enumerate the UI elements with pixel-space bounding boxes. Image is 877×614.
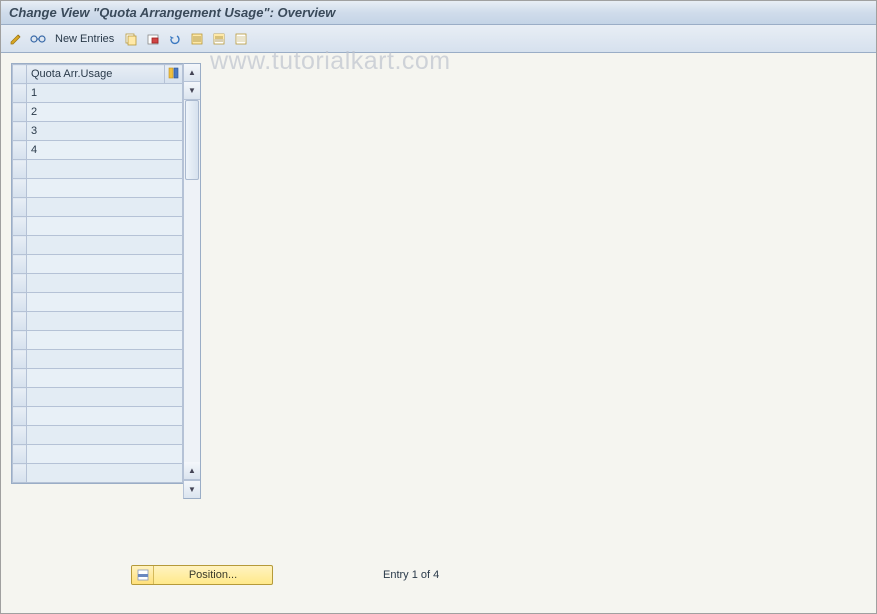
table-header-row: Quota Arr.Usage	[13, 65, 183, 84]
row-selector[interactable]	[13, 198, 27, 217]
new-entries-button[interactable]: New Entries	[51, 31, 118, 47]
undo-icon[interactable]	[166, 30, 184, 48]
row-selector[interactable]	[13, 350, 27, 369]
table-row[interactable]	[13, 407, 183, 426]
table-row[interactable]	[13, 426, 183, 445]
table-row[interactable]	[13, 293, 183, 312]
data-cell[interactable]	[27, 160, 183, 179]
data-cell[interactable]	[27, 255, 183, 274]
scroll-up-icon[interactable]: ▲	[184, 64, 200, 82]
data-cell[interactable]: 2	[27, 103, 183, 122]
glasses-icon[interactable]	[29, 30, 47, 48]
row-selector[interactable]	[13, 464, 27, 483]
table-row[interactable]	[13, 217, 183, 236]
data-cell[interactable]: 3	[27, 122, 183, 141]
row-selector[interactable]	[13, 369, 27, 388]
position-button[interactable]: Position...	[131, 565, 273, 585]
row-selector[interactable]	[13, 160, 27, 179]
row-selector[interactable]	[13, 426, 27, 445]
select-all-column-icon[interactable]	[165, 65, 183, 84]
data-cell[interactable]	[27, 198, 183, 217]
table-row[interactable]	[13, 236, 183, 255]
data-cell[interactable]	[27, 369, 183, 388]
data-cell[interactable]: 4	[27, 141, 183, 160]
data-cell[interactable]: 1	[27, 84, 183, 103]
row-selector[interactable]	[13, 236, 27, 255]
row-selector[interactable]	[13, 84, 27, 103]
toolbar: New Entries	[1, 25, 876, 53]
table-row[interactable]	[13, 445, 183, 464]
row-selector[interactable]	[13, 293, 27, 312]
select-all-icon[interactable]	[188, 30, 206, 48]
row-selector[interactable]	[13, 331, 27, 350]
scroll-down-step-icon[interactable]: ▼	[184, 82, 200, 100]
select-block-icon[interactable]	[210, 30, 228, 48]
row-selector[interactable]	[13, 274, 27, 293]
row-selector[interactable]	[13, 103, 27, 122]
data-cell[interactable]	[27, 445, 183, 464]
table-row[interactable]: 1	[13, 84, 183, 103]
row-selector[interactable]	[13, 312, 27, 331]
table-row[interactable]	[13, 179, 183, 198]
data-cell[interactable]	[27, 407, 183, 426]
data-cell[interactable]	[27, 217, 183, 236]
scrollbar-thumb[interactable]	[185, 100, 199, 180]
table-row[interactable]	[13, 312, 183, 331]
scrollbar-track[interactable]	[184, 100, 200, 462]
content-area: Quota Arr.Usage 1234 ▲ ▼ ▲ ▼ Position...	[1, 53, 876, 613]
data-cell[interactable]	[27, 426, 183, 445]
table-row[interactable]	[13, 350, 183, 369]
table-row[interactable]: 4	[13, 141, 183, 160]
data-cell[interactable]	[27, 464, 183, 483]
scroll-down-icon[interactable]: ▼	[184, 480, 200, 498]
vertical-scrollbar[interactable]: ▲ ▼ ▲ ▼	[183, 63, 201, 499]
table-row[interactable]	[13, 198, 183, 217]
table-row[interactable]	[13, 331, 183, 350]
table-row[interactable]	[13, 388, 183, 407]
row-selector[interactable]	[13, 217, 27, 236]
position-label: Position...	[154, 566, 272, 584]
footer-bar: Position... Entry 1 of 4	[131, 565, 439, 585]
data-cell[interactable]	[27, 293, 183, 312]
change-icon[interactable]	[7, 30, 25, 48]
row-selector[interactable]	[13, 255, 27, 274]
data-cell[interactable]	[27, 179, 183, 198]
position-icon	[132, 566, 154, 584]
table-row[interactable]: 3	[13, 122, 183, 141]
deselect-icon[interactable]	[232, 30, 250, 48]
row-selector[interactable]	[13, 388, 27, 407]
data-cell[interactable]	[27, 388, 183, 407]
table-row[interactable]	[13, 160, 183, 179]
data-table: Quota Arr.Usage 1234	[11, 63, 183, 484]
table-row[interactable]	[13, 369, 183, 388]
row-selector[interactable]	[13, 122, 27, 141]
row-selector[interactable]	[13, 179, 27, 198]
table-row[interactable]: 2	[13, 103, 183, 122]
scroll-up-step-icon[interactable]: ▲	[184, 462, 200, 480]
data-cell[interactable]	[27, 331, 183, 350]
page-title: Change View "Quota Arrangement Usage": O…	[9, 5, 335, 20]
table-row[interactable]	[13, 464, 183, 483]
title-bar: Change View "Quota Arrangement Usage": O…	[1, 1, 876, 25]
row-selector[interactable]	[13, 445, 27, 464]
entry-count-text: Entry 1 of 4	[383, 569, 439, 581]
data-cell[interactable]	[27, 350, 183, 369]
data-cell[interactable]	[27, 236, 183, 255]
table-row[interactable]	[13, 274, 183, 293]
row-selector[interactable]	[13, 407, 27, 426]
table-row[interactable]	[13, 255, 183, 274]
data-cell[interactable]	[27, 274, 183, 293]
data-cell[interactable]	[27, 312, 183, 331]
copy-icon[interactable]	[122, 30, 140, 48]
column-header[interactable]: Quota Arr.Usage	[27, 65, 165, 84]
corner-cell[interactable]	[13, 65, 27, 84]
row-selector[interactable]	[13, 141, 27, 160]
delete-icon[interactable]	[144, 30, 162, 48]
